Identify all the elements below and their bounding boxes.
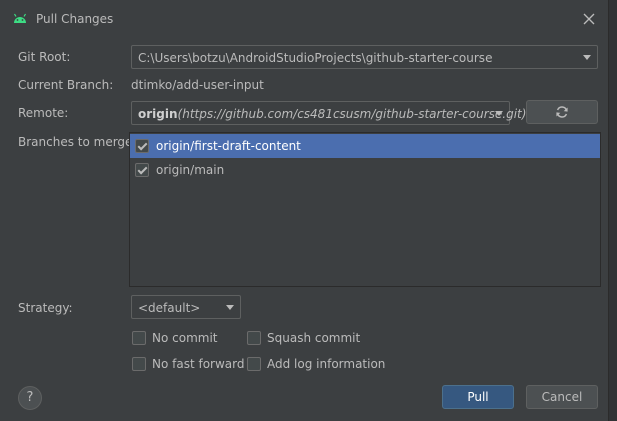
- checkbox-box[interactable]: [247, 357, 261, 371]
- help-button[interactable]: ?: [18, 386, 42, 410]
- strategy-value: <default>: [138, 301, 201, 315]
- branch-item[interactable]: origin/main: [130, 158, 600, 182]
- android-icon: [13, 13, 27, 23]
- no-commit-label: No commit: [152, 331, 218, 345]
- refresh-remotes-button[interactable]: [526, 100, 598, 124]
- git-root-label: Git Root:: [18, 50, 71, 64]
- ide-right-edge: [609, 0, 617, 421]
- git-root-value: C:\Users\botzu\AndroidStudioProjects\git…: [138, 51, 493, 65]
- remote-name: origin: [138, 107, 178, 121]
- title-bar: Pull Changes: [0, 0, 608, 38]
- branches-label: Branches to merge:: [18, 135, 137, 149]
- help-icon: ?: [26, 390, 34, 405]
- no-fast-forward-label: No fast forward: [152, 357, 245, 371]
- cancel-button[interactable]: Cancel: [526, 385, 598, 409]
- no-fast-forward-checkbox[interactable]: No fast forward: [132, 356, 245, 374]
- git-root-dropdown[interactable]: C:\Users\botzu\AndroidStudioProjects\git…: [131, 45, 598, 69]
- current-branch-value: dtimko/add-user-input: [131, 78, 264, 92]
- current-branch-label: Current Branch:: [18, 78, 114, 92]
- squash-commit-checkbox[interactable]: Squash commit: [247, 330, 367, 348]
- refresh-icon: [556, 106, 568, 118]
- close-icon[interactable]: [580, 10, 598, 28]
- remote-dropdown[interactable]: origin(https://github.com/cs481csusm/git…: [131, 101, 526, 125]
- checkbox-box[interactable]: [132, 357, 146, 371]
- remote-label: Remote:: [18, 106, 69, 120]
- checkbox-box[interactable]: [132, 331, 146, 345]
- pull-changes-dialog: Pull Changes Git Root: C:\Users\botzu\An…: [0, 0, 609, 421]
- branch-checkbox[interactable]: [135, 163, 149, 177]
- chevron-down-icon: [226, 305, 234, 310]
- no-commit-checkbox[interactable]: No commit: [132, 330, 232, 348]
- chevron-down-icon: [583, 55, 591, 60]
- strategy-dropdown[interactable]: <default>: [131, 295, 241, 319]
- branch-name: origin/first-draft-content: [156, 139, 301, 153]
- branch-item[interactable]: origin/first-draft-content: [130, 134, 600, 158]
- strategy-label: Strategy:: [18, 301, 73, 315]
- pull-button[interactable]: Pull: [442, 385, 514, 409]
- add-log-information-checkbox[interactable]: Add log information: [247, 356, 387, 374]
- branches-list: origin/first-draft-content origin/main: [129, 132, 601, 287]
- remote-url: (https://github.com/cs481csusm/github-st…: [177, 107, 527, 121]
- squash-commit-label: Squash commit: [267, 331, 361, 345]
- checkbox-box[interactable]: [247, 331, 261, 345]
- branch-checkbox[interactable]: [135, 139, 149, 153]
- add-log-information-label: Add log information: [267, 357, 386, 371]
- remote-value: origin(https://github.com/cs481csusm/git…: [138, 107, 526, 121]
- chevron-down-icon: [495, 111, 503, 116]
- branch-name: origin/main: [156, 163, 225, 177]
- dialog-title: Pull Changes: [36, 12, 114, 26]
